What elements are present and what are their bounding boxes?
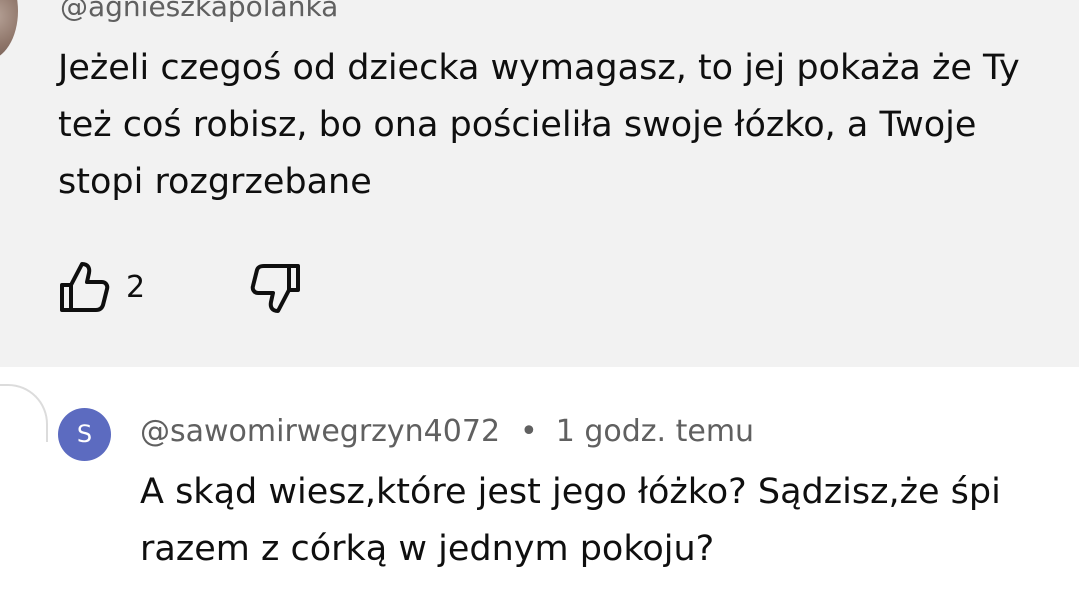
parent-author-handle[interactable]: @agnieszkapolanka [60,0,338,24]
like-count: 2 [126,270,146,305]
parent-avatar[interactable] [0,0,18,60]
reply-timestamp: 1 godz. temu [555,414,755,449]
thumbs-down-icon [250,264,300,313]
comments-thread: @agnieszkapolanka Jeżeli czegoś od dziec… [0,0,1079,605]
reply-avatar[interactable]: S [58,408,111,461]
meta-separator: • [520,414,538,449]
like-button[interactable] [58,258,110,314]
reply-author-handle[interactable]: @sawomirwegrzyn4072 [140,414,500,449]
reply-comment-text: A skąd wiesz,które jest jego łóżko? Sądz… [140,472,1001,569]
dislike-button[interactable] [246,262,302,316]
thread-connector-line [0,384,48,442]
parent-comment: @agnieszkapolanka Jeżeli czegoś od dziec… [0,0,1079,367]
reply-meta: @sawomirwegrzyn4072 • 1 godz. temu [140,413,754,451]
parent-comment-text: Jeżeli czegoś od dziecka wymagasz, to je… [58,48,1020,202]
thumbs-up-icon [60,262,110,312]
